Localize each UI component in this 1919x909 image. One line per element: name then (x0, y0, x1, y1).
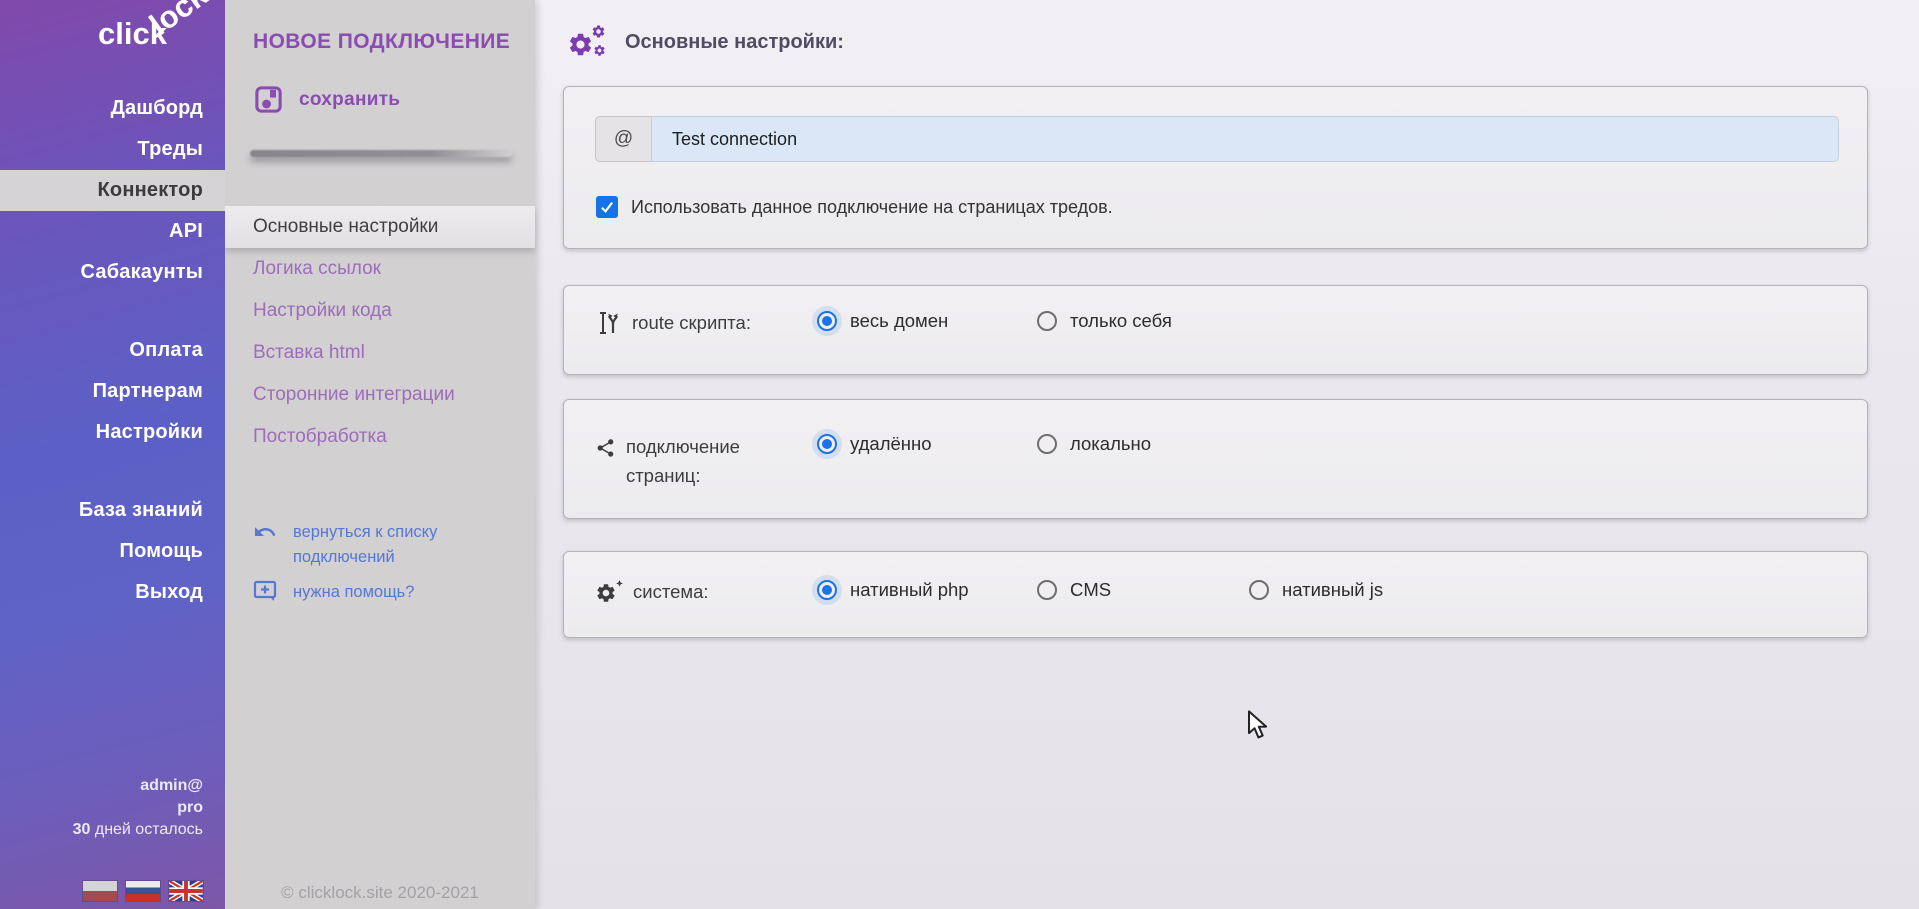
sidebar-item-knowledge-base[interactable]: База знаний (0, 490, 225, 531)
section-header: Основные настройки: (567, 24, 844, 60)
section-title: Основные настройки: (625, 31, 844, 54)
radio-selected-icon[interactable] (817, 311, 837, 331)
primary-sidebar: clicklock Дашборд Треды Коннектор API Са… (0, 0, 225, 909)
system-gear-icon (595, 579, 623, 605)
panel-divider (250, 150, 512, 157)
sidebar-item-settings[interactable]: Настройки (0, 412, 225, 453)
save-button[interactable]: сохранить (253, 84, 400, 115)
tab-third-party-integrations[interactable]: Сторонние интеграции (225, 374, 535, 416)
main-content: Основные настройки: @ Использовать данно… (535, 0, 1919, 909)
sidebar-item-subaccounts[interactable]: Сабакаунты (0, 252, 225, 293)
sidebar-item-help[interactable]: Помощь (0, 531, 225, 572)
radio-local[interactable]: локально (1037, 433, 1151, 455)
connection-name-card: @ Использовать данное подключение на стр… (563, 86, 1868, 249)
route-script-label: route скрипта: (595, 309, 751, 337)
account-email: admin@ (0, 775, 203, 797)
save-button-label: сохранить (299, 89, 400, 111)
account-plan: pro (0, 797, 203, 819)
tab-postprocessing[interactable]: Постобработка (225, 416, 535, 458)
nav-spacer (0, 293, 225, 330)
connection-name-group: @ (595, 116, 1839, 162)
sidebar-item-api[interactable]: API (0, 211, 225, 252)
back-to-connections-link[interactable]: вернуться к списку подключений (253, 520, 488, 570)
back-link-label: вернуться к списку подключений (293, 520, 488, 570)
sidebar-item-payment[interactable]: Оплата (0, 330, 225, 371)
checkbox-checked-icon[interactable] (596, 196, 618, 218)
route-script-card: route скрипта: весь домен только себя (563, 285, 1868, 375)
page-connection-card: подключение страниц: удалённо локально (563, 399, 1868, 519)
page-connection-label: подключение страниц: (595, 432, 795, 490)
connection-name-input[interactable] (651, 116, 1839, 162)
tab-code-settings[interactable]: Настройки кода (225, 290, 535, 332)
undo-icon (253, 520, 277, 544)
radio-selected-icon[interactable] (817, 434, 837, 454)
panel-title: НОВОЕ ПОДКЛЮЧЕНИЕ (253, 30, 510, 54)
radio-cms[interactable]: CMS (1037, 579, 1111, 601)
tab-link-logic[interactable]: Логика ссылок (225, 248, 535, 290)
account-info: admin@ pro 30 дней осталось (0, 775, 225, 841)
checkbox-label: Использовать данное подключение на стран… (631, 197, 1113, 218)
help-link-label: нужна помощь? (293, 580, 414, 605)
tab-basic-settings[interactable]: Основные настройки (225, 206, 535, 248)
language-switcher (83, 881, 203, 901)
need-help-link[interactable]: нужна помощь? (253, 580, 414, 605)
radio-unselected-icon[interactable] (1037, 434, 1057, 454)
account-days-left: 30 дней осталось (0, 819, 203, 841)
settings-tabs: Основные настройки Логика ссылок Настрой… (225, 206, 535, 458)
save-icon (253, 84, 284, 115)
radio-unselected-icon[interactable] (1249, 580, 1269, 600)
sidebar-item-dashboard[interactable]: Дашборд (0, 88, 225, 129)
radio-whole-domain[interactable]: весь домен (817, 310, 948, 332)
radio-native-js[interactable]: нативный js (1249, 579, 1383, 601)
copyright-footer: © clicklock.site 2020-2021 (225, 883, 535, 903)
tab-html-insert[interactable]: Вставка html (225, 332, 535, 374)
flag-uk-icon[interactable] (169, 881, 203, 901)
sidebar-item-logout[interactable]: Выход (0, 572, 225, 613)
flag-ru-icon[interactable] (126, 881, 160, 901)
gears-icon (567, 24, 609, 60)
radio-only-self[interactable]: только себя (1037, 310, 1172, 332)
flag-pl-icon[interactable] (83, 881, 117, 901)
at-symbol: @ (614, 128, 633, 150)
use-on-threads-checkbox-row[interactable]: Использовать данное подключение на стран… (596, 196, 1113, 218)
clicklock-logo[interactable]: clicklock (98, 16, 229, 52)
connection-panel: НОВОЕ ПОДКЛЮЧЕНИЕ сохранить Основные нас… (225, 0, 535, 909)
app-window: clicklock Дашборд Треды Коннектор API Са… (0, 0, 1919, 909)
sidebar-item-connector[interactable]: Коннектор (0, 170, 225, 211)
add-comment-icon (253, 580, 277, 602)
radio-remote[interactable]: удалённо (817, 433, 932, 455)
radio-native-php[interactable]: нативный php (817, 579, 969, 601)
sidebar-item-threads[interactable]: Треды (0, 129, 225, 170)
nav-spacer (0, 453, 225, 490)
route-icon (595, 309, 622, 337)
radio-selected-icon[interactable] (817, 580, 837, 600)
primary-nav: Дашборд Треды Коннектор API Сабакаунты О… (0, 88, 225, 613)
sidebar-item-partners[interactable]: Партнерам (0, 371, 225, 412)
share-icon (595, 435, 616, 461)
radio-unselected-icon[interactable] (1037, 311, 1057, 331)
system-card: система: нативный php CMS нативный js (563, 551, 1868, 638)
at-prefix: @ (595, 116, 651, 162)
radio-unselected-icon[interactable] (1037, 580, 1057, 600)
system-label: система: (595, 578, 709, 606)
